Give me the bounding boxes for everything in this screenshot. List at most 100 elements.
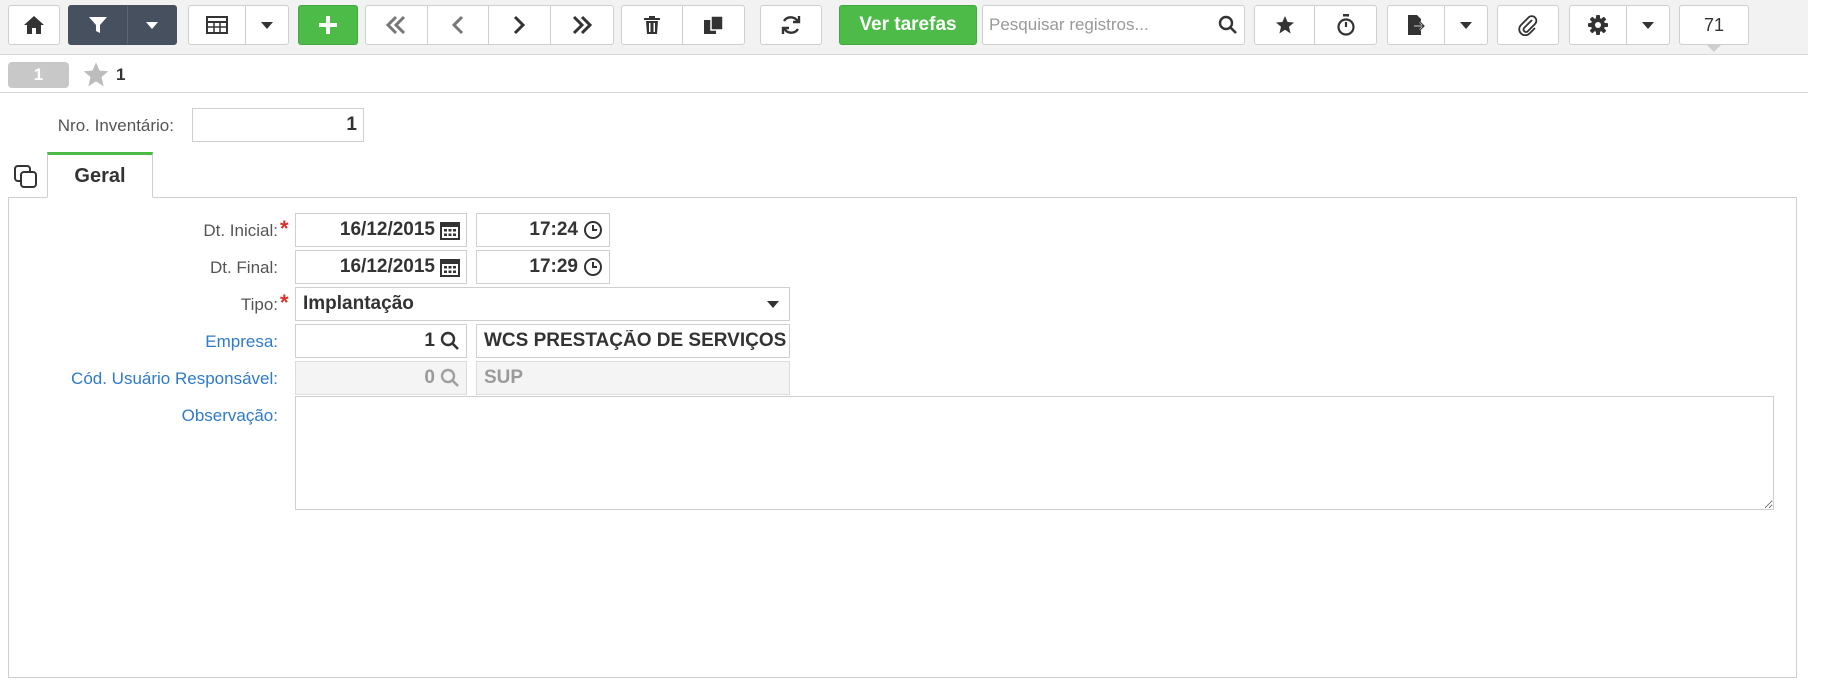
end-date-value: 16/12/2015 (339, 256, 435, 277)
chevron-right-icon (511, 15, 527, 35)
main-toolbar: Ver tarefas Pesquisar registros... 71 (0, 0, 1808, 55)
caret-down-icon (1641, 21, 1654, 29)
settings-button[interactable] (1570, 6, 1627, 44)
home-icon (23, 15, 45, 35)
type-value: Implantação (303, 293, 414, 314)
inventory-number-label: Nro. Inventário: (57, 116, 174, 135)
favorite-button[interactable] (1255, 6, 1316, 44)
start-date-field[interactable]: 16/12/2015 (295, 213, 467, 247)
record-number-badge[interactable]: 1 (8, 62, 69, 88)
export-icon (1406, 14, 1426, 36)
grid-view-button[interactable] (189, 6, 246, 44)
chevron-left-icon (450, 15, 466, 35)
tab-geral[interactable]: Geral (47, 152, 153, 198)
trash-icon (643, 15, 661, 35)
end-time-value: 17:29 (529, 256, 578, 277)
end-time-field[interactable]: 17:29 (476, 250, 610, 284)
search-input[interactable] (983, 14, 1212, 36)
end-date-label: Dt. Final: (209, 258, 278, 277)
record-title: 1 (116, 65, 126, 84)
required-marker: * (280, 290, 289, 315)
home-button[interactable] (8, 5, 60, 45)
observation-textarea[interactable] (296, 397, 1773, 509)
record-count: 71 (1703, 14, 1725, 35)
caret-down-icon (145, 21, 158, 29)
search-icon[interactable] (1212, 15, 1244, 35)
delete-record-button[interactable] (622, 6, 684, 44)
tab-geral-label: Geral (74, 164, 126, 187)
type-select[interactable]: Implantação (295, 287, 790, 321)
export-button[interactable] (1388, 6, 1445, 44)
search-box (982, 5, 1245, 45)
favorite-timer-group (1254, 5, 1377, 45)
add-record-button[interactable] (298, 5, 358, 45)
company-label[interactable]: Empresa: (60, 332, 278, 352)
inventory-number-value: 1 (346, 114, 357, 135)
type-label: Tipo: (240, 295, 278, 314)
clock-icon[interactable] (583, 257, 603, 277)
grid-dropdown-button[interactable] (246, 6, 288, 44)
inventory-number-field[interactable]: 1 (192, 108, 364, 142)
settings-dropdown-button[interactable] (1627, 6, 1669, 44)
calendar-icon[interactable] (440, 257, 460, 277)
record-bar: 1 1 (0, 56, 1808, 93)
filter-icon (88, 15, 108, 35)
first-record-button[interactable] (366, 6, 428, 44)
gear-icon (1587, 14, 1609, 36)
grid-icon (205, 16, 228, 34)
paperclip-icon (1517, 14, 1539, 36)
filter-dropdown-button[interactable] (128, 6, 176, 44)
filter-button[interactable] (69, 6, 128, 44)
view-tasks-button[interactable]: Ver tarefas (839, 5, 977, 45)
navigation-button-group (365, 5, 614, 45)
search-icon (440, 368, 460, 388)
settings-button-group (1569, 5, 1670, 45)
refresh-icon (780, 14, 802, 36)
plus-icon (317, 14, 339, 36)
duplicate-window-icon[interactable] (14, 165, 38, 189)
responsible-user-name-field: SUP (476, 361, 790, 395)
refresh-button[interactable] (760, 5, 822, 45)
double-chevron-right-icon (570, 15, 594, 35)
search-icon[interactable] (440, 331, 460, 351)
start-time-field[interactable]: 17:24 (476, 213, 610, 247)
view-tasks-label: Ver tarefas (859, 14, 957, 35)
copy-icon (703, 15, 725, 35)
clock-icon[interactable] (583, 220, 603, 240)
responsible-user-label[interactable]: Cód. Usuário Responsável: (30, 369, 278, 389)
observation-box (295, 396, 1774, 510)
record-number: 1 (33, 65, 44, 84)
grid-button-group (188, 5, 289, 45)
calendar-icon[interactable] (440, 220, 460, 240)
company-name-field[interactable]: WCS PRESTAÇÃO DE SERVIÇOS (476, 324, 790, 358)
company-name-value: WCS PRESTAÇÃO DE SERVIÇOS (484, 330, 787, 351)
next-record-button[interactable] (489, 6, 551, 44)
star-icon (1275, 15, 1295, 35)
last-record-button[interactable] (551, 6, 613, 44)
filter-button-group (68, 5, 177, 45)
previous-record-button[interactable] (428, 6, 489, 44)
responsible-user-code-value: 0 (424, 367, 435, 388)
caret-down-icon (767, 300, 779, 308)
responsible-user-name-value: SUP (484, 367, 524, 388)
star-icon[interactable] (82, 61, 110, 87)
export-dropdown-button[interactable] (1445, 6, 1487, 44)
attachments-button[interactable] (1497, 5, 1559, 45)
caret-down-icon (1459, 21, 1472, 29)
required-marker: * (280, 216, 289, 241)
caret-down-icon (260, 21, 273, 29)
company-code-field[interactable]: 1 (295, 324, 467, 358)
observation-label[interactable]: Observação: (100, 406, 278, 426)
export-button-group (1387, 5, 1488, 45)
record-count-badge: 71 (1679, 5, 1749, 52)
start-date-label: Dt. Inicial: (203, 221, 278, 240)
duplicate-record-button[interactable] (683, 6, 744, 44)
company-code-value: 1 (424, 330, 435, 351)
start-time-value: 17:24 (529, 219, 578, 240)
double-chevron-left-icon (384, 15, 408, 35)
record-actions-group (621, 5, 745, 45)
responsible-user-code-field: 0 (295, 361, 467, 395)
timer-button[interactable] (1315, 6, 1376, 44)
end-date-field[interactable]: 16/12/2015 (295, 250, 467, 284)
stopwatch-icon (1336, 14, 1356, 36)
